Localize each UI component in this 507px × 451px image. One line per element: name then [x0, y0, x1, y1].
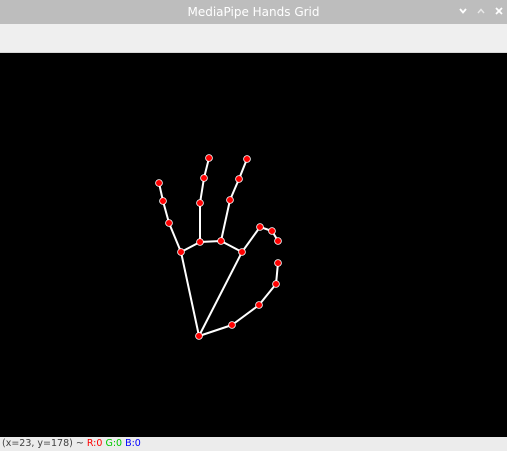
- hand-landmark-7: [268, 227, 276, 235]
- status-bar: (x=23, y=178) ~ R:0 G:0 B:0: [0, 437, 507, 451]
- hand-landmark-12: [243, 155, 251, 163]
- hand-landmark-6: [256, 223, 264, 231]
- green-value: G:0: [105, 438, 123, 449]
- app-window: MediaPipe Hands Grid (x=23, y=178) ~ R:0: [0, 0, 507, 451]
- hand-landmark-4: [274, 259, 282, 267]
- hand-landmark-5: [238, 248, 246, 256]
- maximize-button[interactable]: [473, 4, 489, 20]
- hand-landmark-0: [195, 332, 203, 340]
- hand-landmark-2: [255, 301, 263, 309]
- hand-connection: [241, 226, 261, 253]
- hand-landmark-15: [200, 174, 208, 182]
- close-button[interactable]: [491, 4, 507, 20]
- hand-connection: [180, 251, 200, 337]
- hand-skeleton: [155, 154, 282, 340]
- hand-landmark-3: [272, 280, 280, 288]
- hand-landmark-20: [155, 179, 163, 187]
- hand-landmark-8: [274, 237, 282, 245]
- blue-value: B:0: [125, 438, 141, 449]
- hand-landmarks: [155, 154, 282, 340]
- red-value: R:0: [86, 438, 103, 449]
- hand-landmark-13: [196, 238, 204, 246]
- hand-connection: [258, 283, 277, 306]
- cursor-coords: (x=23, y=178) ~: [2, 438, 84, 449]
- hand-connection: [168, 222, 182, 253]
- hand-landmark-10: [226, 196, 234, 204]
- image-canvas[interactable]: [0, 53, 507, 437]
- chevron-down-icon: [459, 8, 467, 14]
- hand-landmark-19: [159, 197, 167, 205]
- toolbar: [0, 24, 507, 53]
- hand-landmark-1: [228, 321, 236, 329]
- title-bar[interactable]: MediaPipe Hands Grid: [0, 0, 507, 24]
- chevron-up-icon: [477, 8, 485, 14]
- hand-connections: [158, 157, 279, 337]
- hand-connection: [231, 304, 260, 326]
- hand-landmark-18: [165, 219, 173, 227]
- window-title: MediaPipe Hands Grid: [187, 5, 320, 19]
- minimize-button[interactable]: [455, 4, 471, 20]
- hand-landmark-16: [205, 154, 213, 162]
- hand-landmark-9: [217, 237, 225, 245]
- hand-landmark-17: [177, 248, 185, 256]
- hand-connection: [220, 199, 231, 242]
- hand-landmark-14: [196, 199, 204, 207]
- hand-landmark-11: [235, 175, 243, 183]
- close-icon: [495, 7, 503, 15]
